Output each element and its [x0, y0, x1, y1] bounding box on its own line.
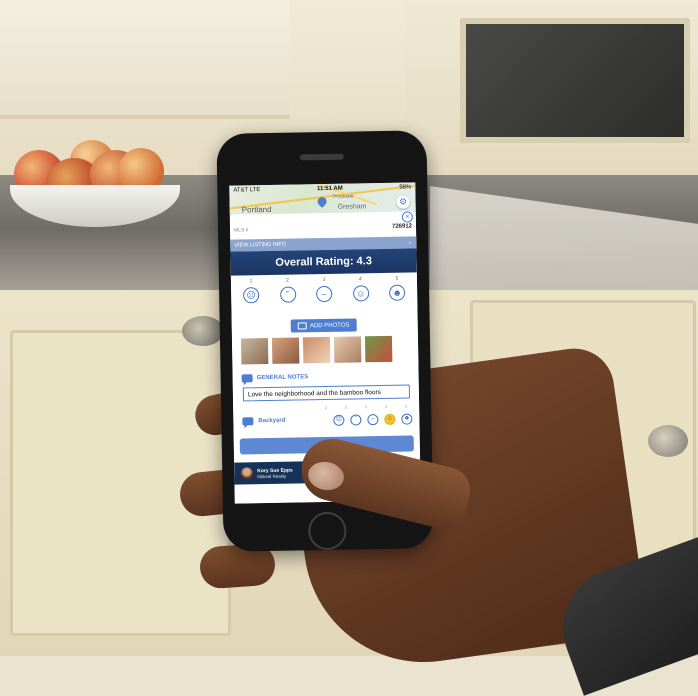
chat-icon: [241, 374, 253, 383]
camera-icon: [297, 322, 308, 330]
photo-thumbnail[interactable]: [271, 337, 300, 364]
mls-row: MLS # 726912: [234, 223, 412, 234]
settings-icon[interactable]: ⚙: [396, 195, 410, 209]
grin-face-icon: ☻: [389, 284, 406, 301]
chevron-down-icon: ⌄: [407, 239, 413, 246]
overall-rating-header: Overall Rating: 4.3: [230, 248, 417, 276]
mls-label: MLS #: [234, 227, 249, 234]
category-label: Backyard: [258, 417, 286, 425]
rating-number: 1: [249, 278, 253, 285]
overall-rating-text: Overall Rating: 4.3: [275, 255, 373, 269]
category-rating: ☹ ˘ – ☺ ☻: [333, 412, 413, 426]
rating-option-5[interactable]: 5 ☻: [383, 275, 412, 311]
photo-thumbnail[interactable]: [240, 337, 269, 365]
carrier-label: AT&T LTE: [233, 187, 261, 194]
grin-face-icon[interactable]: ☻: [401, 412, 413, 425]
general-notes-header: GENERAL NOTES: [241, 372, 309, 383]
category-scale-numbers: 1 2 3 4 5: [319, 403, 413, 410]
photo-thumbnail[interactable]: [302, 336, 331, 364]
category-scale-number: 2: [344, 404, 348, 410]
smiley-icon: ☺: [352, 285, 369, 302]
cabinet-knob-left: [182, 316, 224, 346]
drag-handle[interactable]: [230, 213, 416, 216]
rating-option-4[interactable]: 4 ☺: [346, 276, 375, 312]
rating-option-2[interactable]: 2 ˘: [273, 277, 302, 313]
cabinet-knob-right: [648, 425, 688, 457]
general-notes-label: GENERAL NOTES: [256, 374, 309, 382]
notes-text: Love the neighborhood and the bamboo flo…: [247, 388, 381, 398]
rating-number: 4: [358, 276, 362, 283]
neutral-face-icon[interactable]: –: [367, 413, 379, 425]
category-scale-number: 1: [324, 404, 328, 411]
phone-speaker: [299, 153, 344, 161]
agent-company: Nbkeal Reality: [257, 473, 287, 479]
battery-level: 98%: [399, 184, 412, 191]
chat-icon[interactable]: [242, 417, 254, 426]
oven-window: [460, 18, 690, 143]
rating-number: 5: [395, 275, 399, 282]
smiley-icon[interactable]: ☺: [384, 413, 396, 425]
view-listing-label: VIEW LISTING INFO: [234, 241, 287, 249]
neutral-face-icon: –: [316, 285, 333, 303]
mls-number: 726912: [391, 223, 413, 230]
general-notes-field[interactable]: Love the neighborhood and the bamboo flo…: [242, 384, 411, 402]
sad-face-icon: ˘: [279, 286, 296, 303]
close-icon[interactable]: ×: [401, 211, 413, 223]
rating-number: 3: [322, 276, 326, 284]
agent-info: Kory Sue Epps Nbkeal Reality: [257, 467, 293, 479]
rating-scale: 1 ☹ 2 ˘ 3 – 4 ☺ 5 ☻: [237, 275, 412, 314]
category-scale-number: 5: [404, 403, 408, 409]
home-button[interactable]: [307, 511, 347, 551]
photo-thumbnail[interactable]: [333, 336, 362, 363]
avatar: [240, 466, 254, 480]
photo-strip: [240, 335, 411, 365]
photo-thumbnail[interactable]: [364, 335, 393, 363]
very-sad-face-icon: ☹: [243, 287, 260, 304]
add-photos-label: ADD PHOTOS: [309, 322, 350, 329]
category-scale-number: 4: [384, 403, 388, 409]
rating-option-3[interactable]: 3 –: [310, 277, 339, 313]
map-label-gresham: Gresham: [337, 203, 367, 211]
rating-option-1[interactable]: 1 ☹: [237, 278, 266, 314]
upper-cabinet: [0, 0, 290, 119]
sad-face-icon[interactable]: ˘: [350, 413, 362, 426]
clock: 11:51 AM: [316, 185, 343, 193]
add-photos-button[interactable]: ADD PHOTOS: [290, 318, 357, 333]
category-scale-number: 3: [364, 404, 368, 410]
category-row-backyard: Backyard ☹ ˘ – ☺ ☻: [242, 411, 413, 428]
map-label-troutdale: Troutdale: [332, 193, 354, 200]
very-sad-face-icon[interactable]: ☹: [333, 414, 345, 426]
rating-number: 2: [285, 277, 289, 284]
